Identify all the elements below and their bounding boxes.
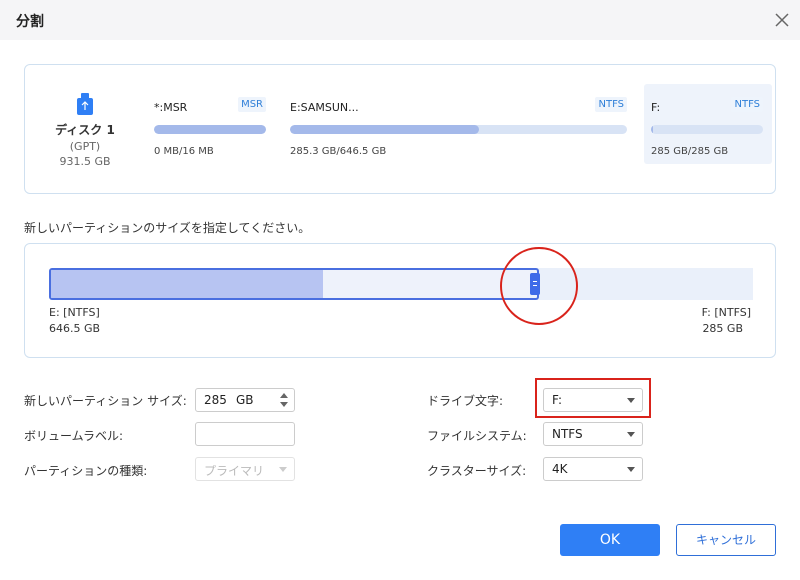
disk-info: ディスク 1 (GPT) 931.5 GB (45, 93, 125, 168)
cluster-size-value: 4K (552, 462, 568, 476)
partition-size: 285 GB/285 GB (651, 146, 729, 157)
disk-partition-style: (GPT) (69, 140, 101, 153)
chevron-down-icon (279, 467, 287, 472)
size-unit: GB (236, 393, 254, 407)
partition-usage-bar (290, 125, 627, 134)
size-label: 新しいパーティション サイズ: (24, 394, 187, 408)
source-partition-size: 646.5 GB (49, 322, 101, 335)
file-system-select[interactable]: NTFS (543, 422, 643, 446)
cancel-button[interactable]: キャンセル (676, 524, 776, 556)
drive-letter-value: F: (552, 393, 563, 407)
resize-panel: E: [NTFS] 646.5 GB F: [NTFS] 285 GB (24, 243, 776, 358)
size-stepper[interactable]: 285 GB (195, 388, 295, 412)
spin-up-icon[interactable] (280, 393, 288, 398)
usb-drive-icon (77, 93, 93, 115)
volume-label-input[interactable] (195, 422, 295, 446)
partition-fs-badge: NTFS (731, 97, 763, 112)
disk-name: ディスク 1 (55, 123, 115, 137)
dialog-titlebar: 分割 (0, 0, 800, 40)
partition-name: F: (651, 101, 661, 114)
chevron-down-icon (627, 398, 635, 403)
source-partition-name: E: [NTFS] (49, 306, 100, 319)
spin-down-icon[interactable] (280, 402, 288, 407)
source-used-fill (51, 270, 324, 298)
size-instruction: 新しいパーティションのサイズを指定してください。 (24, 221, 311, 235)
ok-button[interactable]: OK (560, 524, 660, 556)
size-value: 285 (204, 393, 227, 407)
new-partition-name: F: [NTFS] (701, 306, 751, 319)
partition-usage-fill (154, 125, 266, 134)
partition-usage-fill (290, 125, 479, 134)
close-icon[interactable] (770, 8, 794, 32)
partition-type-select: プライマリ (195, 457, 295, 481)
partition-name: E:SAMSUN... (290, 101, 359, 114)
drive-letter-label: ドライブ文字: (427, 394, 504, 408)
cluster-size-select[interactable]: 4K (543, 457, 643, 481)
partition-usage-bar (154, 125, 266, 134)
partition-size: 285.3 GB/646.5 GB (290, 146, 387, 157)
partition-fs-badge: NTFS (595, 97, 627, 112)
disk-size: 931.5 GB (59, 155, 111, 168)
source-partition-track (49, 268, 539, 300)
file-system-value: NTFS (552, 427, 583, 441)
highlight-circle (500, 247, 578, 325)
new-partition-size: 285 GB (702, 322, 743, 335)
partition-type-label: パーティションの種類: (24, 464, 148, 478)
chevron-down-icon (627, 432, 635, 437)
volume-label-label: ボリュームラベル: (24, 429, 124, 443)
disk-map-panel: ディスク 1 (GPT) 931.5 GB *:MSR MSR 0 MB/16 … (24, 64, 776, 194)
file-system-label: ファイルシステム: (427, 429, 527, 443)
dialog-title: 分割 (16, 14, 44, 30)
partition-usage-fill (651, 125, 654, 134)
cluster-size-label: クラスターサイズ: (427, 464, 527, 478)
partition-usage-bar (651, 125, 763, 134)
drive-letter-select[interactable]: F: (543, 388, 643, 412)
partition-name: *:MSR (154, 101, 188, 114)
partition-size: 0 MB/16 MB (154, 146, 214, 157)
chevron-down-icon (627, 467, 635, 472)
partition-type-value: プライマリ (204, 464, 265, 478)
partition-fs-badge: MSR (238, 97, 266, 112)
